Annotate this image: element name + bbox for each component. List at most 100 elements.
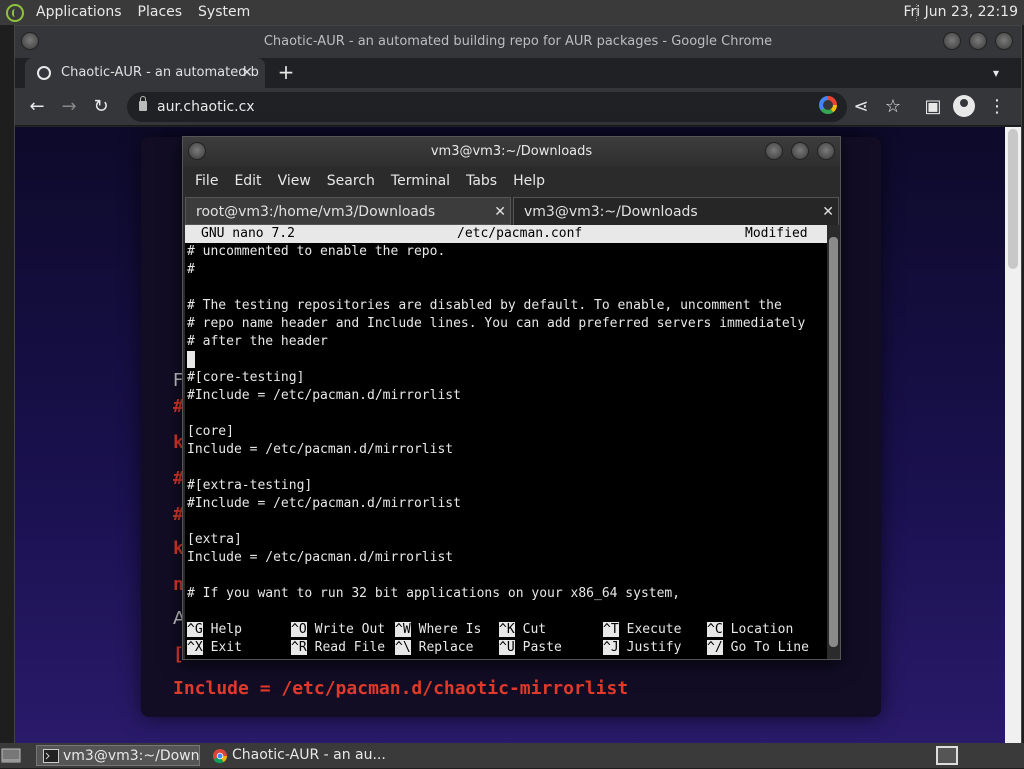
- maximize-button[interactable]: [969, 32, 987, 50]
- forward-button[interactable]: →: [55, 93, 83, 121]
- nano-shortcut[interactable]: ^C Location: [707, 621, 793, 639]
- nano-shortcut-key: ^\: [395, 640, 411, 655]
- nano-line: # repo name header and Include lines. Yo…: [187, 316, 806, 331]
- taskbar-chrome[interactable]: Chaotic-AUR - an au...: [206, 745, 396, 766]
- page-text-fragment: Include = /etc/pacman.d/chaotic-mirrorli…: [173, 678, 629, 699]
- url-text: aur.chaotic.cx: [157, 99, 255, 115]
- tab-strip: Chaotic-AUR - an automated b ✕ + ▾: [15, 58, 1021, 88]
- terminal-scroll-thumb[interactable]: [829, 237, 838, 647]
- terminal-tab-close-icon[interactable]: ✕: [822, 198, 834, 226]
- terminal-tab-root[interactable]: root@vm3:/home/vm3/Downloads ✕: [185, 197, 511, 225]
- nano-line: # uncommented to enable the repo.: [187, 244, 446, 259]
- nano-line: # after the header: [187, 334, 328, 349]
- new-tab-button[interactable]: +: [273, 58, 299, 88]
- nano-shortcut-label: Replace: [418, 640, 474, 655]
- window-menu-button[interactable]: [21, 32, 39, 50]
- lock-icon[interactable]: [139, 96, 147, 111]
- nano-shortcut[interactable]: ^X Exit: [187, 639, 242, 657]
- nano-shortcut-key: ^G: [187, 622, 203, 637]
- terminal-tab-vm3[interactable]: vm3@vm3:~/Downloads ✕: [513, 197, 839, 225]
- browser-tab[interactable]: Chaotic-AUR - an automated b: [25, 58, 265, 88]
- nano-shortcut-key: ^J: [603, 640, 619, 655]
- minimize-button[interactable]: [943, 32, 961, 50]
- text-cursor: [187, 351, 195, 368]
- nano-shortcut[interactable]: ^/ Go To Line: [707, 639, 809, 657]
- nano-line: #[extra-testing]: [187, 478, 313, 493]
- menu-search[interactable]: Search: [319, 167, 383, 195]
- show-desktop-icon[interactable]: [0, 746, 22, 765]
- nano-header-bar: GNU nano 7.2 /etc/pacman.conf Modified: [185, 225, 827, 243]
- taskbar-terminal[interactable]: vm3@vm3:~/Downl...: [36, 745, 200, 766]
- taskbar-terminal-label: vm3@vm3:~/Downl...: [63, 748, 200, 764]
- chrome-favicon-icon: [37, 66, 51, 80]
- chrome-menu-icon[interactable]: ⋮: [983, 93, 1011, 121]
- nano-shortcut-key: ^O: [291, 622, 307, 637]
- terminal-tab-label: vm3@vm3:~/Downloads: [524, 204, 698, 220]
- chrome-titlebar[interactable]: Chaotic-AUR - an automated building repo…: [15, 26, 1021, 58]
- nano-shortcut[interactable]: ^\ Replace: [395, 639, 473, 657]
- nano-shortcut-key: ^K: [499, 622, 515, 637]
- terminal-window-menu-button[interactable]: [188, 142, 206, 160]
- google-lens-icon[interactable]: [819, 96, 837, 114]
- nano-line: [extra]: [187, 532, 242, 547]
- menu-system[interactable]: System: [190, 0, 258, 25]
- nano-shortcut[interactable]: ^R Read File: [291, 639, 385, 657]
- tab-title: Chaotic-AUR - an automated b: [61, 65, 259, 80]
- nano-shortcut[interactable]: ^K Cut: [499, 621, 546, 639]
- terminal-scrollbar[interactable]: [827, 225, 840, 659]
- menu-terminal[interactable]: Terminal: [383, 167, 458, 195]
- chrome-window-title: Chaotic-AUR - an automated building repo…: [263, 34, 773, 49]
- chrome-app-icon: [212, 748, 228, 764]
- menu-file[interactable]: File: [187, 167, 226, 195]
- clock[interactable]: Fri Jun 23, 22:19: [903, 0, 1018, 25]
- nano-shortcut[interactable]: ^J Justify: [603, 639, 681, 657]
- terminal-maximize-button[interactable]: [791, 142, 809, 160]
- nano-shortcut[interactable]: ^W Where Is: [395, 621, 481, 639]
- nano-shortcut-key: ^X: [187, 640, 203, 655]
- terminal-tabs: root@vm3:/home/vm3/Downloads ✕ vm3@vm3:~…: [183, 197, 840, 225]
- menu-applications[interactable]: Applications: [28, 0, 130, 25]
- nano-shortcut[interactable]: ^O Write Out: [291, 621, 385, 639]
- tab-close-icon[interactable]: ✕: [237, 58, 257, 88]
- nano-shortcut-label: Paste: [522, 640, 562, 655]
- profile-avatar-icon[interactable]: [953, 95, 975, 117]
- terminal-text-area[interactable]: GNU nano 7.2 /etc/pacman.conf Modified #…: [185, 225, 827, 659]
- nano-shortcut-key: ^/: [707, 640, 723, 655]
- page-scrollbar[interactable]: [1005, 127, 1021, 743]
- share-icon[interactable]: ⋖: [847, 93, 875, 121]
- nano-shortcut[interactable]: ^T Execute: [603, 621, 681, 639]
- nano-shortcut-label: Read File: [314, 640, 386, 655]
- terminal-close-button[interactable]: [817, 142, 835, 160]
- top-panel: Applications Places System Fri Jun 23, 2…: [0, 0, 1024, 25]
- terminal-titlebar[interactable]: vm3@vm3:~/Downloads: [183, 137, 840, 167]
- nano-line: #Include = /etc/pacman.d/mirrorlist: [187, 496, 461, 511]
- taskbar-chrome-label: Chaotic-AUR - an au...: [232, 747, 386, 763]
- back-button[interactable]: ←: [23, 93, 51, 121]
- menu-help[interactable]: Help: [505, 167, 553, 195]
- nano-shortcut[interactable]: ^U Paste: [499, 639, 562, 657]
- nano-line: [core]: [187, 424, 234, 439]
- side-panel-icon[interactable]: ▣: [919, 93, 947, 121]
- nano-shortcut-key: ^R: [291, 640, 307, 655]
- terminal-tab-label: root@vm3:/home/vm3/Downloads: [196, 204, 436, 220]
- nano-shortcut[interactable]: ^G Help: [187, 621, 242, 639]
- nano-line: Include = /etc/pacman.d/mirrorlist: [187, 442, 454, 457]
- reload-button[interactable]: ↻: [87, 93, 115, 121]
- menu-places[interactable]: Places: [130, 0, 191, 25]
- close-window-button[interactable]: [995, 32, 1013, 50]
- workspace-switcher[interactable]: [936, 746, 958, 765]
- nano-shortcut-key: ^C: [707, 622, 723, 637]
- address-bar[interactable]: aur.chaotic.cx: [127, 92, 847, 122]
- menu-edit[interactable]: Edit: [226, 167, 269, 195]
- nano-status: Modified: [745, 226, 808, 241]
- page-scroll-thumb[interactable]: [1008, 129, 1018, 269]
- terminal-tab-close-icon[interactable]: ✕: [494, 198, 506, 226]
- nano-line: #Include = /etc/pacman.d/mirrorlist: [187, 388, 461, 403]
- bookmark-star-icon[interactable]: ☆: [879, 93, 907, 121]
- tab-search-chevron-icon[interactable]: ▾: [983, 58, 1009, 88]
- menu-tabs[interactable]: Tabs: [458, 167, 505, 195]
- terminal-minimize-button[interactable]: [765, 142, 783, 160]
- mate-logo-icon[interactable]: [6, 3, 24, 22]
- menu-view[interactable]: View: [270, 167, 319, 195]
- nano-line: Include = /etc/pacman.d/mirrorlist: [187, 550, 454, 565]
